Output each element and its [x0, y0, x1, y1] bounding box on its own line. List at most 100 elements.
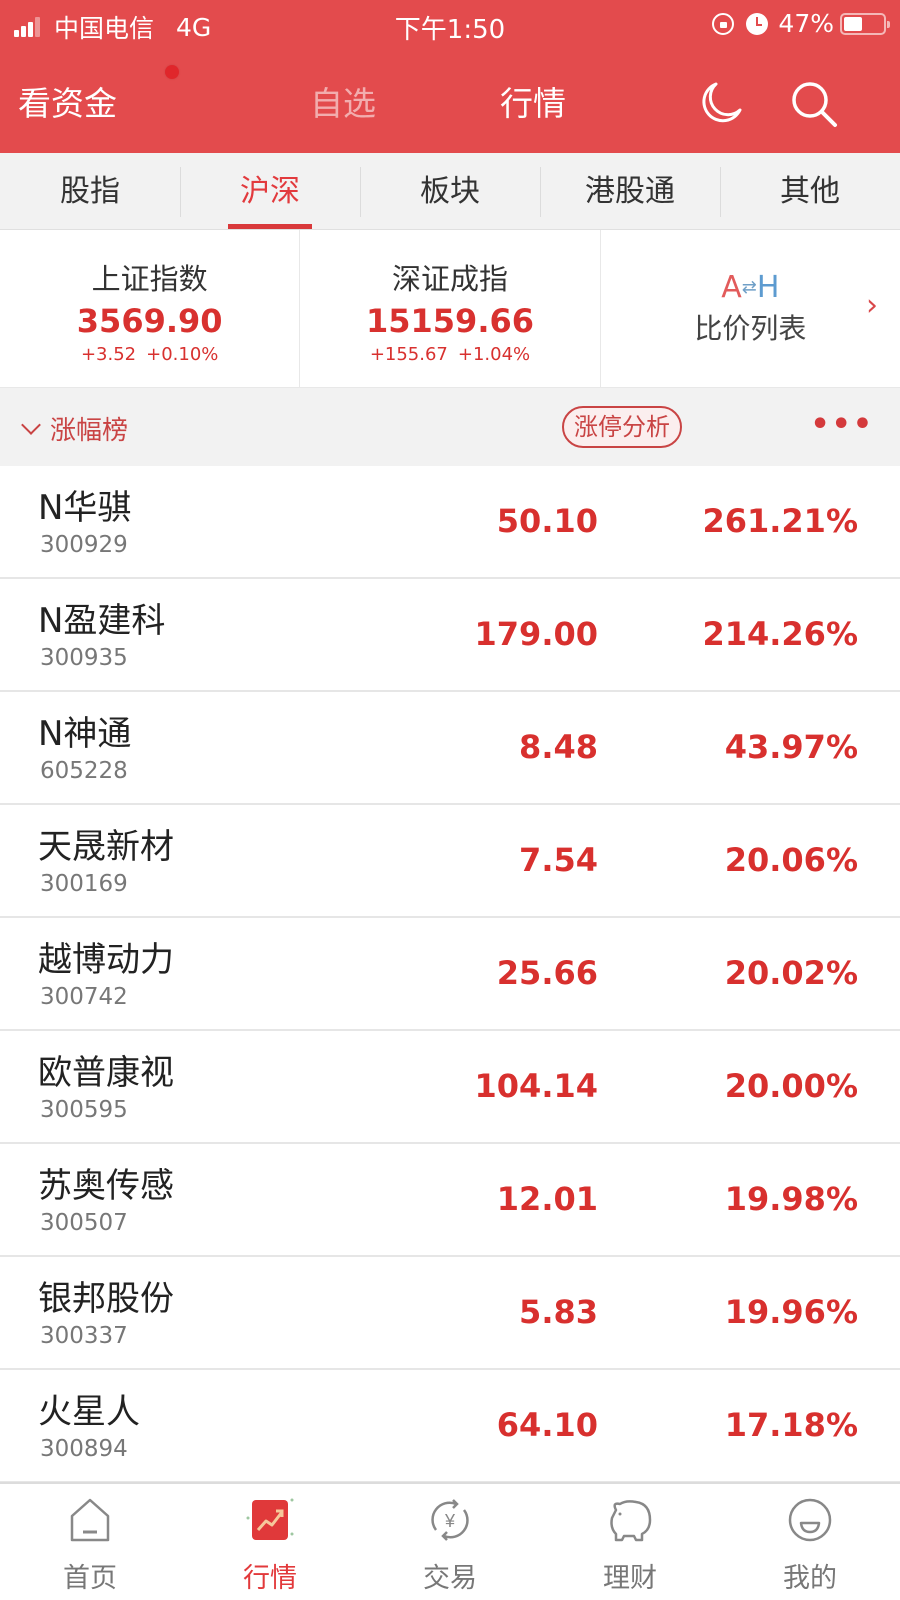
- rotation-lock-icon: [712, 12, 735, 35]
- stock-row[interactable]: 越博动力 300742 25.66 20.02%: [0, 918, 900, 1031]
- top-bar: 中国电信 4G 下午1:50 47% 看资金 自选 行情: [0, 0, 900, 153]
- stock-row[interactable]: 欧普康视 300595 104.14 20.00%: [0, 1031, 900, 1144]
- stock-name: 苏奥传感: [38, 1166, 174, 1206]
- stock-code: 300929: [40, 532, 128, 558]
- stock-name: N神通: [38, 714, 132, 754]
- bottom-nav-trade[interactable]: ¥ 交易: [360, 1484, 540, 1600]
- stock-change-percent: 43.97%: [724, 728, 858, 766]
- profile-face-icon: [788, 1498, 832, 1542]
- stock-name: N华骐: [38, 488, 132, 528]
- stock-price: 5.83: [519, 1293, 598, 1331]
- bottom-nav-label: 首页: [63, 1563, 117, 1594]
- stock-name: 火星人: [38, 1392, 140, 1432]
- stock-price: 104.14: [474, 1067, 598, 1105]
- index-change-points: +3.52: [80, 344, 137, 365]
- tab-sectors[interactable]: 板块: [360, 153, 540, 229]
- stock-price: 25.66: [496, 954, 598, 992]
- battery-fill: [844, 16, 862, 31]
- stock-code: 300507: [40, 1210, 128, 1236]
- stock-row[interactable]: N神通 605228 8.48 43.97%: [0, 692, 900, 805]
- search-icon[interactable]: [788, 78, 840, 130]
- tab-stock-index[interactable]: 股指: [0, 153, 180, 229]
- index-value: 15159.66: [365, 302, 534, 340]
- stock-change-percent: 261.21%: [702, 502, 858, 540]
- stock-row[interactable]: 天晟新材 300169 7.54 20.06%: [0, 805, 900, 918]
- stock-list: N华骐 300929 50.10 261.21% N盈建科 300935 179.00 214…: [0, 466, 900, 1483]
- stock-price: 8.48: [519, 728, 598, 766]
- chevron-right-icon: ›: [865, 288, 878, 323]
- tab-hk-connect[interactable]: 港股通: [540, 153, 720, 229]
- status-bar: 中国电信 4G 下午1:50 47%: [0, 0, 900, 50]
- ah-compare-label: 比价列表: [694, 312, 807, 345]
- stock-row[interactable]: N盈建科 300935 179.00 214.26%: [0, 579, 900, 692]
- stock-price: 50.10: [496, 502, 598, 540]
- bottom-nav: 首页 行情 ¥ 交易 理财 我的: [0, 1482, 900, 1600]
- stock-row[interactable]: 银邦股份 300337 5.83 19.96%: [0, 1257, 900, 1370]
- bottom-nav-label: 行情: [243, 1563, 297, 1594]
- stock-change-percent: 20.00%: [724, 1067, 858, 1105]
- piggy-bank-icon: [610, 1500, 652, 1542]
- bottom-nav-market[interactable]: 行情: [180, 1484, 360, 1600]
- index-change-points: +155.67: [369, 344, 448, 365]
- ah-price-compare-card[interactable]: A⇄H 比价列表 ›: [599, 230, 900, 387]
- stock-code: 300935: [40, 645, 128, 671]
- stock-row[interactable]: N华骐 300929 50.10 261.21%: [0, 466, 900, 579]
- limit-up-analysis-button[interactable]: 涨停分析: [562, 406, 682, 448]
- index-card-shenzhen[interactable]: 深证成指 15159.66 +155.67 +1.04%: [299, 230, 599, 387]
- stock-name: 欧普康视: [38, 1053, 174, 1093]
- bottom-nav-label: 理财: [603, 1563, 657, 1594]
- stock-change-percent: 214.26%: [702, 615, 858, 653]
- exchange-arrows-icon: ⇄: [741, 277, 757, 298]
- stock-price: 179.00: [474, 615, 598, 653]
- stock-change-percent: 20.02%: [724, 954, 858, 992]
- stock-price: 12.01: [496, 1180, 598, 1218]
- nav-bar: 看资金 自选 行情: [0, 50, 900, 153]
- stock-change-percent: 17.18%: [724, 1406, 858, 1444]
- index-name: 上证指数: [91, 262, 208, 296]
- stock-code: 605228: [40, 758, 128, 784]
- stock-name: 银邦股份: [38, 1279, 174, 1319]
- index-cards: 上证指数 3569.90 +3.52 +0.10% 深证成指 15159.66 +…: [0, 230, 900, 388]
- index-change-percent: +0.10%: [146, 344, 219, 365]
- stock-price: 7.54: [519, 841, 598, 879]
- stock-row[interactable]: 苏奥传感 300507 12.01 19.98%: [0, 1144, 900, 1257]
- stock-code: 300169: [40, 871, 128, 897]
- bottom-nav-profile[interactable]: 我的: [720, 1484, 900, 1600]
- bottom-nav-wealth[interactable]: 理财: [540, 1484, 720, 1600]
- stock-code: 300337: [40, 1323, 128, 1349]
- stock-change-percent: 20.06%: [724, 841, 858, 879]
- gainers-title: 涨幅榜: [50, 416, 129, 446]
- index-value: 3569.90: [76, 302, 223, 340]
- tab-market[interactable]: 行情: [500, 77, 566, 125]
- market-chart-icon: [246, 1498, 294, 1540]
- stock-change-percent: 19.96%: [724, 1293, 858, 1331]
- more-options-icon[interactable]: •••: [810, 410, 874, 440]
- market-tabs: 股指 沪深 板块 港股通 其他: [0, 153, 900, 230]
- index-card-shanghai[interactable]: 上证指数 3569.90 +3.52 +0.10%: [0, 230, 299, 387]
- stock-name: 天晟新材: [38, 827, 174, 867]
- stock-code: 300894: [40, 1436, 128, 1462]
- yuan-exchange-icon: ¥: [431, 1499, 469, 1541]
- index-change: +155.67 +1.04%: [300, 344, 599, 365]
- stock-row[interactable]: 火星人 300894 64.10 17.18%: [0, 1370, 900, 1483]
- stock-name: N盈建科: [38, 601, 166, 641]
- gainers-list-header: 涨幅榜 涨停分析 •••: [0, 388, 900, 466]
- status-right: 47%: [712, 9, 890, 38]
- battery-icon: [840, 12, 890, 35]
- chevron-down-icon: [21, 414, 41, 435]
- bottom-nav-label: 交易: [423, 1563, 477, 1594]
- index-change-percent: +1.04%: [457, 344, 531, 365]
- stock-change-percent: 19.98%: [724, 1180, 858, 1218]
- ah-compare-icon: A⇄H: [601, 270, 900, 305]
- bottom-nav-label: 我的: [783, 1563, 837, 1594]
- battery-percent: 47%: [778, 9, 834, 38]
- kan-zijin-button[interactable]: 看资金: [18, 77, 117, 125]
- tab-shanghai-shenzhen[interactable]: 沪深: [180, 153, 360, 229]
- index-change: +3.52 +0.10%: [0, 344, 299, 365]
- moon-icon[interactable]: [700, 80, 744, 124]
- tab-other[interactable]: 其他: [720, 153, 900, 229]
- tab-watchlist[interactable]: 自选: [310, 77, 376, 125]
- bottom-nav-home[interactable]: 首页: [0, 1484, 180, 1600]
- gainers-dropdown[interactable]: 涨幅榜: [21, 410, 129, 447]
- stock-price: 64.10: [496, 1406, 598, 1444]
